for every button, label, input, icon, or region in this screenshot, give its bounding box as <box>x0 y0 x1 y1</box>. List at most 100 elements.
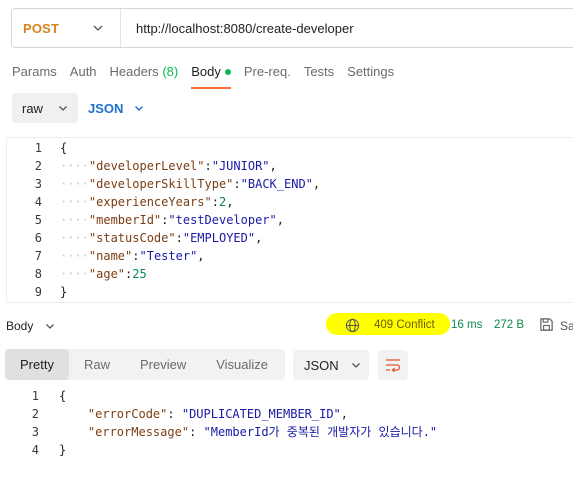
code-line: 2 "errorCode": "DUPLICATED_MEMBER_ID", <box>6 405 348 423</box>
chevron-down-icon <box>135 106 144 111</box>
colon: : <box>211 195 219 209</box>
indent-whitespace: ···· <box>60 177 89 191</box>
code-text: "errorMessage": "MemberId가 중복된 개발자가 있습니다… <box>59 423 437 441</box>
response-body-viewer[interactable]: 1{2 "errorCode": "DUPLICATED_MEMBER_ID",… <box>6 386 573 466</box>
tab-visualize[interactable]: Visualize <box>201 349 283 380</box>
comma: , <box>340 407 349 421</box>
response-size[interactable]: 272 B <box>494 319 524 331</box>
globe-icon[interactable] <box>345 318 360 333</box>
tab-tests[interactable]: Tests <box>304 64 334 86</box>
indent-whitespace: ···· <box>60 213 89 227</box>
line-number: 6 <box>34 231 42 245</box>
line-number: 4 <box>31 443 39 457</box>
wrap-lines-icon <box>386 359 401 372</box>
line-number: 3 <box>34 177 42 191</box>
tab-label: Params <box>12 64 57 79</box>
line-number: 2 <box>34 159 42 173</box>
code-line: 1{ <box>6 387 66 405</box>
save-response-label[interactable]: Sa <box>560 319 573 333</box>
modified-dot-icon <box>224 68 231 75</box>
indent-whitespace: ···· <box>60 195 89 209</box>
wrap-lines-button[interactable] <box>378 350 408 380</box>
request-body-editor[interactable]: 1{2 ····"developerLevel":"JUNIOR", 3 ····"d… <box>6 137 573 303</box>
brace: { <box>60 141 68 155</box>
line-number: 2 <box>31 407 39 421</box>
brace: } <box>60 285 68 299</box>
body-language-label: JSON <box>88 100 124 116</box>
tab-auth[interactable]: Auth <box>70 64 97 86</box>
tab-label: Body <box>191 64 221 79</box>
json-value: 25 <box>132 267 147 281</box>
json-key: "developerSkillType" <box>88 177 234 191</box>
save-icon[interactable] <box>539 317 554 332</box>
code-line: 3 ····"developerSkillType":"BACK_END", <box>7 175 320 193</box>
line-number: 7 <box>34 249 42 263</box>
status-code[interactable]: 409 Conflict <box>374 319 435 331</box>
brace: } <box>59 443 67 457</box>
json-value: "EMPLOYED" <box>182 231 256 245</box>
comma: , <box>226 195 234 209</box>
colon: : <box>167 407 182 421</box>
tab-preview[interactable]: Preview <box>125 349 201 380</box>
tab-pre-request[interactable]: Pre-req. <box>244 64 291 86</box>
tab-pretty[interactable]: Pretty <box>5 349 69 380</box>
code-line: 4 ····"experienceYears":2, <box>7 193 234 211</box>
url-input[interactable]: http://localhost:8080/create-developer <box>121 21 354 36</box>
code-text: { <box>60 139 67 157</box>
code-line: 7 ····"name":"Tester", <box>7 247 205 265</box>
code-line: 9} <box>7 283 67 301</box>
colon: : <box>175 231 183 245</box>
line-number: 8 <box>34 267 42 281</box>
code-line: 1{ <box>7 139 67 157</box>
line-number: 3 <box>31 425 39 439</box>
line-number: 9 <box>34 285 42 299</box>
comma: , <box>269 159 277 173</box>
comma: , <box>197 249 205 263</box>
colon: : <box>189 425 204 439</box>
comma: , <box>276 213 284 227</box>
code-text: ····"memberId":"testDeveloper", <box>60 211 284 229</box>
tab-settings[interactable]: Settings <box>347 64 394 86</box>
json-value: "BACK_END" <box>240 177 313 191</box>
code-line: 5 ····"memberId":"testDeveloper", <box>7 211 284 229</box>
json-key: "errorMessage" <box>87 425 190 439</box>
line-number: 1 <box>34 141 42 155</box>
response-section-label: Body <box>6 319 34 333</box>
response-time[interactable]: 16 ms <box>451 319 482 331</box>
tab-headers[interactable]: Headers (8) <box>110 64 179 86</box>
body-language-select[interactable]: JSON <box>88 93 144 123</box>
tab-label: Auth <box>69 64 97 79</box>
json-value: "MemberId가 중복된 개발자가 있습니다." <box>203 425 438 439</box>
tab-label: Headers <box>109 64 159 79</box>
request-tabs: Params Auth Headers (8) Body Pre-req. Te… <box>12 64 407 89</box>
line-number: 1 <box>31 389 39 403</box>
line-number: 4 <box>34 195 42 209</box>
tab-params[interactable]: Params <box>12 64 57 86</box>
code-text: ····"experienceYears":2, <box>60 193 233 211</box>
code-line: 3 "errorMessage": "MemberId가 중복된 개발자가 있습… <box>6 423 437 441</box>
json-value: "testDeveloper" <box>168 213 277 227</box>
tab-body[interactable]: Body <box>191 64 231 89</box>
comma: , <box>312 177 321 191</box>
response-format-select[interactable]: JSON <box>293 350 369 380</box>
code-line: 6 ····"statusCode":"EMPLOYED", <box>7 229 263 247</box>
chevron-down-icon <box>58 106 67 111</box>
code-text: ····"statusCode":"EMPLOYED", <box>60 229 262 247</box>
code-text: } <box>60 283 67 301</box>
code-text: "errorCode": "DUPLICATED_MEMBER_ID", <box>59 405 348 423</box>
method-selector[interactable]: POST <box>12 9 121 47</box>
chevron-down-icon <box>93 25 103 31</box>
response-body-toggle[interactable]: Body <box>6 319 55 333</box>
indent-whitespace: ···· <box>60 249 89 263</box>
method-label: POST <box>23 20 60 36</box>
json-key: "age" <box>88 267 126 281</box>
body-mode-label: raw <box>22 100 43 116</box>
tab-label: Tests <box>303 64 335 79</box>
body-mode-select[interactable]: raw <box>12 93 78 123</box>
comma: , <box>255 231 263 245</box>
tab-raw[interactable]: Raw <box>69 349 125 380</box>
response-format-label: JSON <box>304 357 339 373</box>
code-line: 8 ····"age":25 <box>7 265 147 283</box>
